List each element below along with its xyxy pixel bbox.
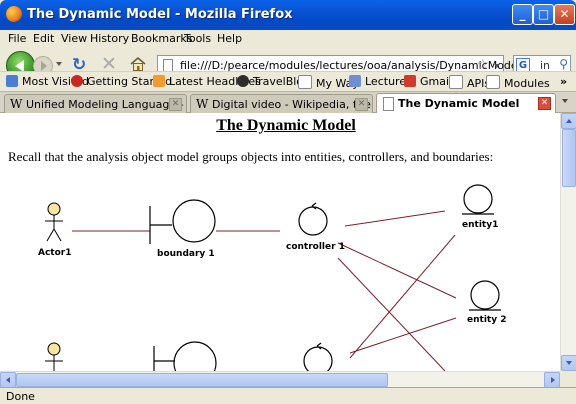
close-button[interactable]: ✕ [554,4,575,25]
menu-history[interactable]: History [90,32,129,45]
url-dropdown-icon[interactable] [494,64,500,68]
boundary-label: boundary 1 [157,249,215,259]
window-title: The Dynamic Model - Mozilla Firefox [27,7,293,22]
tab-close-icon[interactable]: ✕ [538,97,551,110]
title-bar: The Dynamic Model - Mozilla Firefox _ □ … [0,0,576,30]
horizontal-scroll-thumb[interactable] [16,373,388,387]
status-bar: Done [0,387,576,404]
rss-icon [153,75,165,87]
connection-controller2-entity2 [349,317,457,354]
entity-icon [469,280,501,311]
page-content: The Dynamic Model Recall that the analys… [0,113,560,371]
minimize-button[interactable]: _ [512,4,533,25]
wikipedia-icon: W [196,97,209,111]
scrollbar-corner [560,371,576,387]
actor-label: Actor1 [38,248,72,258]
status-text: Done [6,390,35,403]
horizontal-scrollbar[interactable] [0,371,560,388]
search-icon[interactable]: ⚲ [559,57,568,71]
bookmarks-overflow-icon[interactable]: » [560,75,567,88]
vertical-scroll-thumb[interactable] [562,129,576,187]
actor-icon [45,342,63,371]
menu-edit[interactable]: Edit [33,32,54,45]
scroll-left-button[interactable] [0,372,16,388]
bookmark-gmail[interactable]: Gmail [404,75,452,88]
menu-help[interactable]: Help [217,32,242,45]
uml-diagram [45,184,501,371]
connection-controller-offscreen [337,257,446,371]
page-icon [449,75,463,89]
tab-bar: W Unified Modeling Language - Wikipe... … [0,91,576,114]
tab-close-icon[interactable]: ✕ [355,98,368,111]
controller-icon [303,342,333,371]
tab-uml[interactable]: W Unified Modeling Language - Wikipe... … [4,94,187,113]
bookmark-apis[interactable]: APIs [449,75,490,90]
page-icon [486,75,500,89]
menu-file[interactable]: File [8,32,26,45]
firefox-icon [6,6,22,22]
entity1-label: entity1 [462,220,499,230]
controller-label: controller 1 [286,242,345,252]
tab-list-dropdown-icon[interactable] [562,99,568,103]
tab-close-icon[interactable]: ✕ [169,98,182,111]
bookmarks-icon [6,75,18,87]
menu-tools[interactable]: Tools [184,32,211,45]
scroll-right-button[interactable] [544,372,560,388]
bookmark-modules[interactable]: Modules [486,75,550,90]
actor-icon [45,202,63,242]
tab-digital-video[interactable]: W Digital video - Wikipedia, the free e.… [190,94,373,113]
lectures-icon [349,75,361,87]
vertical-scrollbar[interactable] [560,113,576,371]
home-button[interactable] [130,56,146,72]
page-icon [298,75,312,89]
firefox-bookmark-icon [71,75,83,87]
connection-controller-entity1 [344,210,446,227]
scroll-up-button[interactable] [561,113,576,129]
entity-icon [462,184,494,215]
boundary-icon [153,341,217,371]
page-icon [383,97,394,111]
entity2-label: entity 2 [467,315,507,325]
maximize-button[interactable]: □ [533,4,554,25]
tab-dynamic-model[interactable]: The Dynamic Model ✕ [376,93,556,114]
bookmark-lectures[interactable]: Lectures [349,75,412,88]
scroll-down-button[interactable] [561,355,576,371]
controller-icon [298,202,328,236]
wikipedia-icon: W [10,97,23,111]
boundary-icon [149,199,216,244]
gmail-icon [404,75,416,87]
diagram-connections [72,210,457,371]
history-dropdown-icon[interactable] [56,62,62,66]
google-icon[interactable]: G [516,58,530,72]
menu-view[interactable]: View [61,32,87,45]
travelblog-icon [237,75,249,87]
menu-bar: File Edit View History Bookmarks Tools H… [0,30,576,49]
connection-controller-entity2 [337,242,457,299]
connection-controller2-entity1 [349,234,456,359]
bookmarks-toolbar: Most Visited Getting Started Latest Head… [0,71,576,92]
